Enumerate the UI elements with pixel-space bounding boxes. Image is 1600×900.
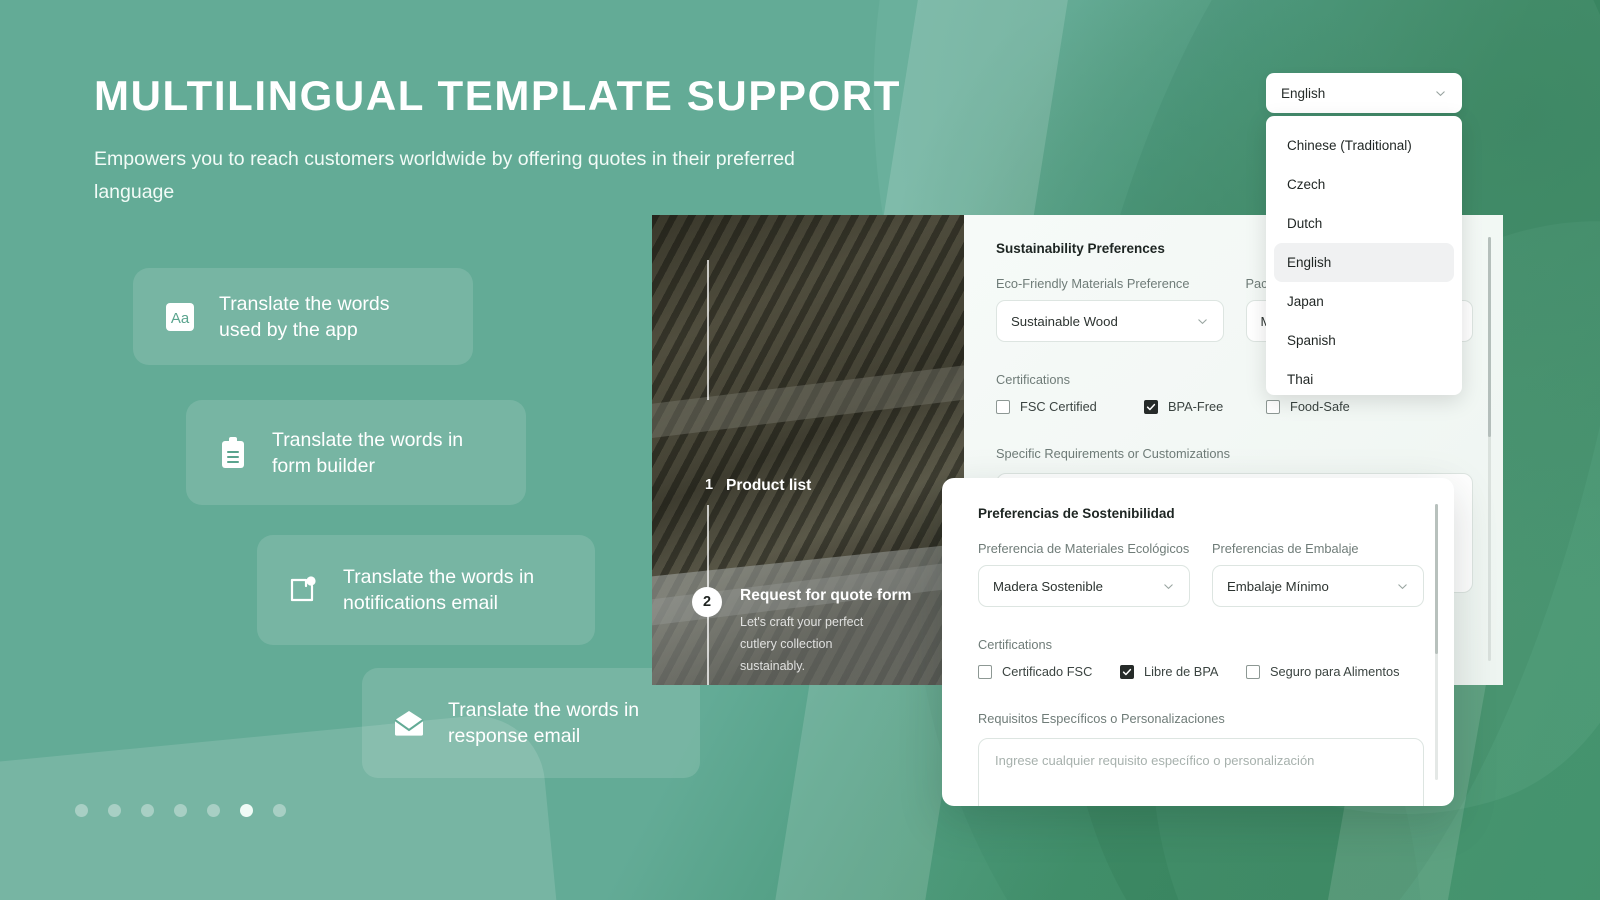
form-es-title: Preferencias de Sostenibilidad [978, 506, 1175, 521]
form-panel-spanish: Preferencias de Sostenibilidad Preferenc… [942, 478, 1454, 806]
embalaje-select[interactable]: Embalaje Mínimo [1212, 565, 1424, 607]
feature-card-response-email-translation: Translate the words in response email [362, 668, 700, 778]
field-label: Preferencias de Embalaje [1212, 541, 1359, 556]
eco-materials-select[interactable]: Sustainable Wood [996, 300, 1224, 342]
step-title: Request for quote form [740, 587, 912, 604]
checkbox-food-safe[interactable]: Food-Safe [1266, 399, 1350, 414]
feature-card-form-builder-translation: Translate the words in form builder [186, 400, 526, 505]
carousel-dot-4[interactable] [174, 804, 187, 817]
language-option-chinese-traditional[interactable]: Chinese (Traditional) [1274, 126, 1454, 165]
checkbox-label: Food-Safe [1290, 399, 1350, 414]
language-option-japan[interactable]: Japan [1274, 282, 1454, 321]
form-es-content: Preferencias de Sostenibilidad Preferenc… [978, 506, 1424, 806]
step-item-1[interactable]: 1 Product list [692, 477, 811, 495]
feature-label: Translate the words in notifications ema… [343, 566, 535, 614]
checkbox-certificado-fsc[interactable]: Certificado FSC [978, 664, 1120, 679]
step-connector-top [707, 260, 709, 400]
step-number: 1 [704, 477, 714, 493]
checkbox-label: Libre de BPA [1144, 664, 1219, 679]
step-title: Product list [726, 477, 812, 494]
select-value: Sustainable Wood [1011, 313, 1118, 329]
select-value: Embalaje Mínimo [1227, 578, 1329, 594]
clipboard-icon [214, 434, 252, 472]
preview-image-panel: 1 Product list 2 Request for quote form … [652, 215, 964, 685]
checkbox-label: Certificado FSC [1002, 664, 1093, 679]
certifications-group: FSC Certified BPA-Free Food-Safe [996, 399, 1473, 414]
feature-card-notifications-translation: Translate the words in notifications ema… [257, 535, 595, 645]
feature-label: Translate the words in response email [448, 699, 640, 747]
field-materiales-ecologicos: Preferencia de Materiales Ecológicos Mad… [978, 541, 1190, 607]
form-es-scrollbar-thumb[interactable] [1435, 504, 1438, 654]
feature-card-app-translation: Aa Translate the words used by the app [133, 268, 473, 365]
step-body: Request for quote form Let's craft your … [740, 587, 911, 677]
page-title: MULTILINGUAL TEMPLATE SUPPORT [94, 72, 902, 119]
checkbox-label: Seguro para Alimentos [1270, 664, 1400, 679]
feature-label: Translate the words in form builder [272, 428, 464, 477]
chevron-down-icon [1197, 318, 1207, 324]
language-option-spanish[interactable]: Spanish [1274, 321, 1454, 360]
language-select[interactable]: English [1266, 73, 1462, 113]
carousel-dots[interactable] [75, 804, 286, 817]
language-option-thai[interactable]: Thai [1274, 360, 1454, 395]
step-item-2[interactable]: 2 Request for quote form Let's craft you… [690, 587, 911, 677]
requisitos-especificos-label: Requisitos Específicos o Personalizacion… [978, 711, 1225, 726]
step-indicator: 1 Product list 2 Request for quote form … [652, 215, 964, 685]
step-description: Let's craft your perfect cutlery collect… [740, 615, 864, 673]
language-option-czech[interactable]: Czech [1274, 165, 1454, 204]
checkbox-label: FSC Certified [1020, 399, 1097, 414]
chevron-down-icon [1436, 90, 1445, 96]
language-dropdown-menu[interactable]: Chinese (Traditional) Czech Dutch Englis… [1266, 116, 1462, 395]
carousel-dot-5[interactable] [207, 804, 220, 817]
step-number-active: 2 [692, 587, 722, 617]
certifications-label: Certifications [978, 637, 1052, 652]
form-es-select-row: Preferencia de Materiales Ecológicos Mad… [978, 541, 1424, 607]
checkbox-box[interactable] [978, 664, 992, 679]
field-label: Eco-Friendly Materials Preference [996, 276, 1190, 291]
slide-canvas: MULTILINGUAL TEMPLATE SUPPORT Empowers y… [0, 0, 1600, 900]
language-option-dutch[interactable]: Dutch [1274, 204, 1454, 243]
carousel-dot-2[interactable] [108, 804, 121, 817]
materiales-ecologicos-select[interactable]: Madera Sostenible [978, 565, 1190, 607]
carousel-dot-3[interactable] [141, 804, 154, 817]
svg-text:Aa: Aa [171, 310, 190, 327]
requisitos-especificos-input[interactable]: Ingrese cualquier requisito específico o… [978, 738, 1424, 806]
field-eco-materials: Eco-Friendly Materials Preference Sustai… [996, 276, 1224, 342]
feature-label: Translate the words used by the app [219, 292, 390, 341]
checkbox-box[interactable] [996, 399, 1010, 414]
language-option-english[interactable]: English [1274, 243, 1454, 282]
page-subtitle: Empowers you to reach customers worldwid… [94, 148, 795, 203]
notification-icon [285, 571, 323, 609]
select-value: Madera Sostenible [993, 578, 1103, 594]
checkbox-box[interactable] [1120, 664, 1134, 679]
checkbox-seguro-para-alimentos[interactable]: Seguro para Alimentos [1246, 664, 1399, 679]
carousel-dot-7[interactable] [273, 804, 286, 817]
chevron-down-icon [1398, 583, 1407, 589]
carousel-dot-1[interactable] [75, 804, 88, 817]
chevron-down-icon [1164, 583, 1173, 589]
text-format-icon: Aa [161, 298, 199, 336]
checkbox-box[interactable] [1144, 399, 1158, 414]
certifications-group: Certificado FSC Libre de BPA Seguro para… [978, 664, 1424, 679]
checkbox-box[interactable] [1266, 399, 1280, 414]
language-select-value: English [1281, 85, 1326, 101]
checkbox-box[interactable] [1246, 664, 1260, 679]
carousel-dot-6[interactable] [240, 804, 253, 817]
checkbox-fsc-certified[interactable]: FSC Certified [996, 399, 1144, 414]
checkbox-label: BPA-Free [1168, 399, 1224, 414]
checkbox-libre-de-bpa[interactable]: Libre de BPA [1120, 664, 1246, 679]
form-en-scrollbar-thumb[interactable] [1488, 237, 1491, 437]
field-embalaje: Preferencias de Embalaje Embalaje Mínimo [1212, 541, 1424, 607]
field-label: Preferencia de Materiales Ecológicos [978, 541, 1190, 556]
specific-requirements-label: Specific Requirements or Customizations [996, 446, 1230, 461]
envelope-icon [390, 704, 428, 742]
checkbox-bpa-free[interactable]: BPA-Free [1144, 399, 1266, 414]
